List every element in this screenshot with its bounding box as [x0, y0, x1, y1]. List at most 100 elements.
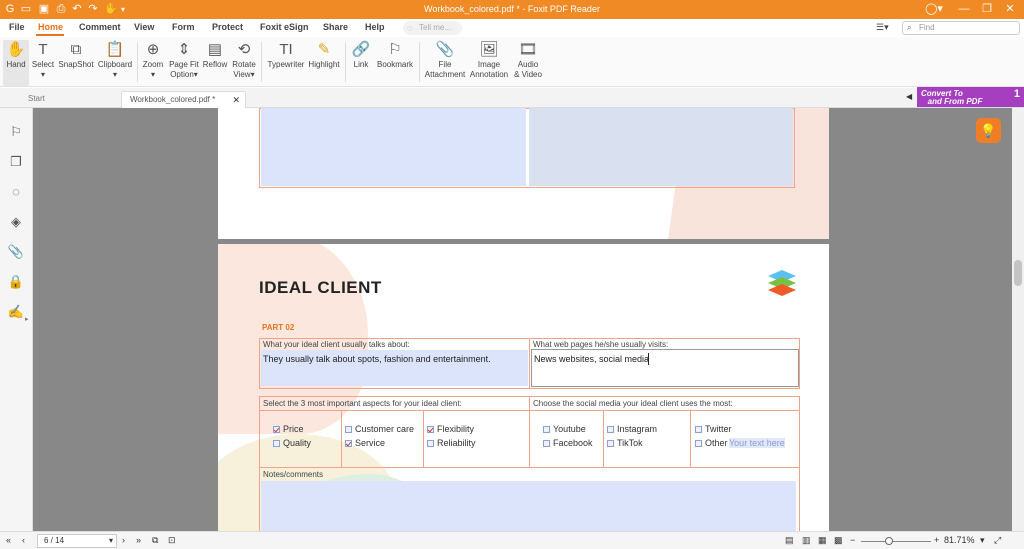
page-fit-option-button[interactable]: ⇕ Page Fit Option▾: [168, 40, 200, 86]
zoom-label: Zoom: [142, 60, 164, 69]
question-label: What your ideal client usually talks abo…: [263, 340, 410, 349]
other-text-field[interactable]: Your text here: [729, 438, 785, 448]
menu-share[interactable]: Share: [323, 22, 348, 32]
snapshot-icon: ⧉: [70, 41, 82, 58]
text-field-area[interactable]: [261, 108, 526, 186]
close-button[interactable]: ✕: [996, 0, 1024, 19]
notes-field[interactable]: [261, 481, 796, 531]
attachments-panel-icon[interactable]: 📎: [6, 242, 26, 262]
menu-home[interactable]: Home: [38, 22, 63, 32]
toolbar-separator: [261, 42, 262, 82]
page-number-input[interactable]: 6 / 14 ▾: [37, 534, 117, 548]
option-label: Other: [705, 438, 728, 448]
last-page-icon[interactable]: »: [136, 535, 141, 545]
bookmark-button[interactable]: ⚐ Bookmark: [375, 40, 415, 86]
text-field-area[interactable]: [529, 108, 793, 186]
menu-file[interactable]: File: [9, 22, 25, 32]
file-label: File: [438, 60, 452, 69]
account-icon[interactable]: ◯▾: [920, 0, 948, 19]
pdf-page-previous: [218, 108, 829, 239]
continuous-facing-icon[interactable]: ▩: [834, 535, 843, 546]
convert-collapse-icon[interactable]: ◀: [906, 92, 912, 101]
reflow-button[interactable]: ▤ Reflow: [202, 40, 228, 86]
image-icon: 🖼: [479, 41, 499, 58]
tell-me-search[interactable]: ◌ Tell me...: [403, 21, 462, 35]
toolbar-separator: [419, 42, 420, 82]
audio-video-button[interactable]: 🎞 Audio & Video: [511, 40, 545, 86]
tab-start[interactable]: Start: [20, 91, 120, 108]
comments-panel-icon[interactable]: ◌: [6, 182, 26, 202]
clipboard-button[interactable]: 📋 Clipboard ▾: [97, 40, 133, 86]
next-page-icon[interactable]: ›: [122, 535, 125, 545]
hand-label: Hand: [6, 60, 26, 69]
menu-protect[interactable]: Protect: [212, 22, 243, 32]
snapshot-button[interactable]: ⧉ SnapShot: [58, 40, 94, 86]
checkbox-flexibility[interactable]: [427, 426, 434, 433]
rotate-label-2: View: [233, 70, 251, 79]
checkbox-quality[interactable]: [273, 440, 280, 447]
link-button[interactable]: 🔗 Link: [350, 40, 372, 86]
image-annotation-button[interactable]: 🖼 Image Annotation: [469, 40, 509, 86]
convert-to-pdf-banner[interactable]: Convert To and From PDF 1: [917, 87, 1024, 107]
rotate-view-button[interactable]: ⟲ Rotate View▾: [231, 40, 257, 86]
tab-workbook[interactable]: Workbook_colored.pdf * ✕: [121, 91, 246, 108]
document-viewport[interactable]: IDEAL CLIENT PART 02 What your ideal cli…: [33, 108, 1012, 531]
hand-tool-button[interactable]: ✋ Hand: [3, 40, 29, 86]
zoom-slider[interactable]: [861, 541, 931, 542]
lightbulb-assistant-icon[interactable]: 💡: [976, 118, 1001, 143]
checkbox-youtube[interactable]: [543, 426, 550, 433]
security-panel-icon[interactable]: 🔒: [6, 272, 26, 292]
typewriter-label: Typewriter: [267, 60, 305, 69]
first-page-icon[interactable]: «: [6, 535, 11, 545]
bookmark-icon: ⚐: [388, 41, 402, 58]
typewriter-button[interactable]: TI Typewriter: [265, 40, 307, 86]
copy-view-icon[interactable]: ⧉: [152, 535, 158, 546]
chevron-down-icon: ▾: [108, 536, 113, 545]
pages-panel-icon[interactable]: ❐: [6, 152, 26, 172]
close-tab-icon[interactable]: ✕: [232, 92, 240, 108]
zoom-out-icon[interactable]: −: [850, 535, 855, 545]
ribbon-options-icon[interactable]: ☰▾: [876, 22, 889, 33]
fullscreen-icon[interactable]: ⤢: [994, 535, 1001, 546]
file-attachment-button[interactable]: 📎 File Attachment: [423, 40, 467, 86]
convert-line-2: and From PDF: [927, 97, 983, 106]
zoom-dropdown-icon[interactable]: ▾: [980, 535, 985, 546]
vertical-scrollbar[interactable]: [1012, 108, 1024, 531]
checkbox-other[interactable]: [695, 440, 702, 447]
checkbox-reliability[interactable]: [427, 440, 434, 447]
continuous-page-icon[interactable]: ▥: [802, 535, 811, 546]
checkbox-price[interactable]: [273, 426, 280, 433]
menu-foxit-esign[interactable]: Foxit eSign: [260, 22, 309, 32]
find-input[interactable]: ⌕ Find: [902, 21, 1020, 35]
checkbox-instagram[interactable]: [607, 426, 614, 433]
clipboard-icon: 📋: [105, 41, 125, 58]
checkbox-customer-care[interactable]: [345, 426, 352, 433]
facing-page-icon[interactable]: ▦: [818, 535, 827, 546]
page-fit-label: Page Fit: [169, 60, 199, 69]
bookmarks-panel-icon[interactable]: ⚐: [6, 122, 26, 142]
menu-view[interactable]: View: [134, 22, 154, 32]
expand-panel-icon[interactable]: ▸: [25, 315, 29, 323]
select-tool-button[interactable]: T Select ▾: [31, 40, 55, 86]
zoom-in-icon[interactable]: +: [934, 535, 939, 545]
zoom-level[interactable]: 81.71%: [944, 535, 975, 545]
single-page-icon[interactable]: ▤: [785, 535, 794, 546]
highlight-button[interactable]: ✎ Highlight: [308, 40, 340, 86]
checkbox-tiktok[interactable]: [607, 440, 614, 447]
tell-me-placeholder: Tell me...: [419, 23, 452, 32]
checkbox-service[interactable]: [345, 440, 352, 447]
zoom-slider-handle[interactable]: [885, 537, 893, 545]
menu-comment[interactable]: Comment: [79, 22, 121, 32]
menu-help[interactable]: Help: [365, 22, 385, 32]
signature-panel-icon[interactable]: ✍: [6, 302, 26, 322]
previous-page-icon[interactable]: ‹: [22, 535, 25, 545]
search-icon: ⌕: [907, 23, 912, 32]
layout-icon[interactable]: ⊡: [168, 535, 176, 546]
zoom-button[interactable]: ⊕ Zoom ▾: [141, 40, 165, 86]
menu-form[interactable]: Form: [172, 22, 195, 32]
checkbox-facebook[interactable]: [543, 440, 550, 447]
layers-panel-icon[interactable]: ◈: [6, 212, 26, 232]
title-bar: G ▭ ▣ ⎙ ↶ ↷ ✋ ▾ Workbook_colored.pdf * -…: [0, 0, 1024, 19]
scrollbar-thumb[interactable]: [1014, 260, 1022, 286]
checkbox-twitter[interactable]: [695, 426, 702, 433]
